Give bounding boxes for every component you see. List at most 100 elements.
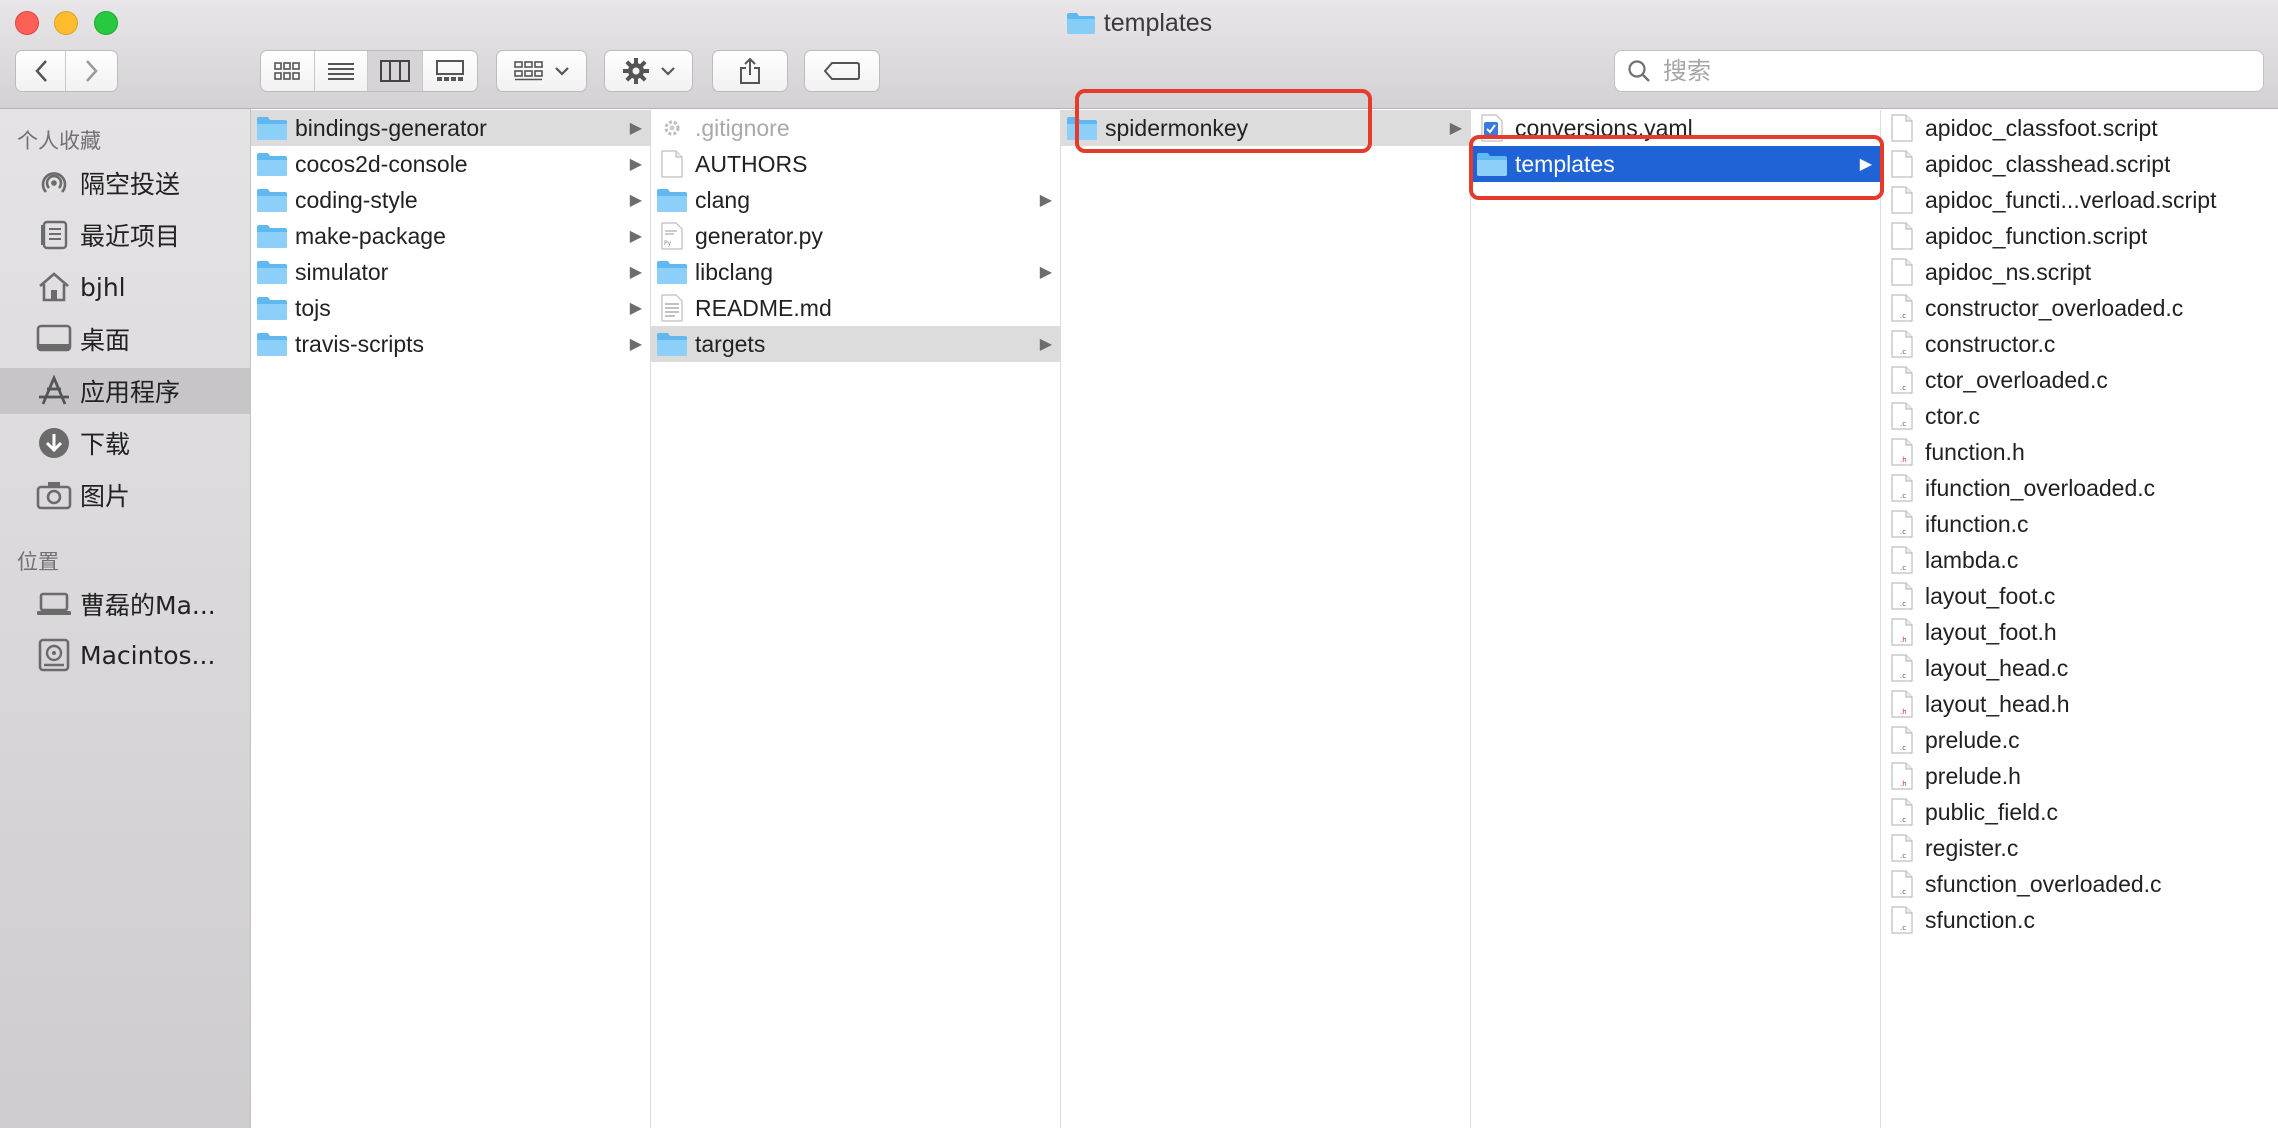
python-file-icon: Py: [655, 221, 689, 251]
file-row[interactable]: libclang ▶: [651, 254, 1060, 290]
config-file-icon: [655, 113, 689, 143]
file-row[interactable]: .h prelude.h: [1881, 758, 2278, 794]
file-row[interactable]: .c sfunction_overloaded.c: [1881, 866, 2278, 902]
forward-button[interactable]: [66, 51, 117, 91]
file-row[interactable]: make-package ▶: [251, 218, 650, 254]
file-row[interactable]: coding-style ▶: [251, 182, 650, 218]
file-row[interactable]: .h layout_foot.h: [1881, 614, 2278, 650]
disclosure-arrow-icon: ▶: [629, 156, 642, 173]
file-name: coding-style: [295, 186, 418, 213]
disclosure-arrow-icon: ▶: [629, 192, 642, 209]
home-icon: [36, 269, 72, 305]
c-source-file-icon: .c: [1885, 905, 1919, 935]
folder-icon: [255, 329, 289, 359]
file-row[interactable]: targets ▶: [651, 326, 1060, 362]
icon-view-button[interactable]: [261, 51, 315, 91]
svg-text:.h: .h: [1900, 780, 1907, 788]
disclosure-arrow-icon: ▶: [1859, 156, 1872, 173]
file-name: targets: [695, 330, 766, 357]
file-row[interactable]: .c ctor.c: [1881, 398, 2278, 434]
file-row[interactable]: .c prelude.c: [1881, 722, 2278, 758]
column-view-button[interactable]: [368, 51, 424, 91]
file-row[interactable]: apidoc_classfoot.script: [1881, 110, 2278, 146]
back-button[interactable]: [16, 51, 67, 91]
file-row[interactable]: .c lambda.c: [1881, 542, 2278, 578]
window-title: templates: [0, 8, 2278, 42]
file-row[interactable]: .c ifunction_overloaded.c: [1881, 470, 2278, 506]
file-row[interactable]: .gitignore: [651, 110, 1060, 146]
tags-button[interactable]: [804, 50, 880, 92]
file-row[interactable]: .h function.h: [1881, 434, 2278, 470]
group-by-dropdown[interactable]: [496, 50, 587, 92]
sidebar-item-pictures[interactable]: 图片: [0, 472, 250, 518]
file-name: clang: [695, 186, 750, 213]
columns-icon: [380, 60, 411, 82]
sidebar-item-home[interactable]: bjhl: [0, 264, 250, 310]
file-name: ctor.c: [1925, 402, 1980, 429]
svg-text:.c: .c: [1900, 528, 1906, 536]
file-row[interactable]: .c constructor_overloaded.c: [1881, 290, 2278, 326]
file-row[interactable]: README.md: [651, 290, 1060, 326]
svg-text:.c: .c: [1900, 816, 1906, 824]
back-forward-group: [15, 50, 118, 92]
file-row[interactable]: tojs ▶: [251, 290, 650, 326]
browser-column-4: conversions.yaml templates ▶: [1471, 110, 1881, 1128]
file-row[interactable]: apidoc_classhead.script: [1881, 146, 2278, 182]
file-name: conversions.yaml: [1515, 114, 1693, 141]
file-row[interactable]: .c constructor.c: [1881, 326, 2278, 362]
sidebar-item-recents[interactable]: 最近项目: [0, 212, 250, 258]
file-row[interactable]: clang ▶: [651, 182, 1060, 218]
sidebar-item-applications[interactable]: 应用程序: [0, 368, 250, 414]
file-row[interactable]: .c register.c: [1881, 830, 2278, 866]
view-mode-group: [260, 50, 478, 92]
file-name: cocos2d-console: [295, 150, 468, 177]
header-file-icon: .h: [1885, 761, 1919, 791]
folder-icon: [255, 257, 289, 287]
search-field[interactable]: [1614, 50, 2264, 92]
svg-text:.c: .c: [1900, 348, 1906, 356]
document-icon: [1885, 257, 1919, 287]
file-row[interactable]: AUTHORS: [651, 146, 1060, 182]
file-row[interactable]: cocos2d-console ▶: [251, 146, 650, 182]
file-row[interactable]: apidoc_functi...verload.script: [1881, 182, 2278, 218]
sidebar-item-computer[interactable]: 曹磊的Ma...: [0, 581, 250, 627]
search-input[interactable]: [1661, 56, 2225, 86]
file-row[interactable]: .c layout_foot.c: [1881, 578, 2278, 614]
file-row[interactable]: apidoc_function.script: [1881, 218, 2278, 254]
file-row[interactable]: templates ▶: [1471, 146, 1880, 182]
share-button[interactable]: [712, 50, 788, 92]
c-source-file-icon: .c: [1885, 401, 1919, 431]
sidebar-item-macintosh-hd[interactable]: Macintos...: [0, 632, 250, 678]
gallery-view-button[interactable]: [423, 51, 477, 91]
sidebar-item-airdrop[interactable]: 隔空投送: [0, 160, 250, 206]
svg-text:.h: .h: [1900, 708, 1907, 716]
file-row[interactable]: simulator ▶: [251, 254, 650, 290]
sidebar-item-desktop[interactable]: 桌面: [0, 316, 250, 362]
file-row[interactable]: apidoc_ns.script: [1881, 254, 2278, 290]
list-view-button[interactable]: [315, 51, 368, 91]
file-row[interactable]: .c layout_head.c: [1881, 650, 2278, 686]
c-source-file-icon: .c: [1885, 833, 1919, 863]
chevron-down-icon: [660, 67, 675, 76]
folder-icon: [1065, 113, 1099, 143]
file-row[interactable]: .c public_field.c: [1881, 794, 2278, 830]
file-row[interactable]: .h layout_head.h: [1881, 686, 2278, 722]
file-row[interactable]: .c ctor_overloaded.c: [1881, 362, 2278, 398]
file-row[interactable]: .c sfunction.c: [1881, 902, 2278, 938]
file-row[interactable]: spidermonkey ▶: [1061, 110, 1470, 146]
folder-icon: [255, 221, 289, 251]
action-dropdown[interactable]: [604, 50, 693, 92]
sidebar-item-label: 最近项目: [80, 222, 181, 251]
folder-icon: [655, 329, 689, 359]
file-row[interactable]: Py generator.py: [651, 218, 1060, 254]
file-row[interactable]: .c ifunction.c: [1881, 506, 2278, 542]
disclosure-arrow-icon: ▶: [1039, 264, 1052, 281]
browser-column-3: spidermonkey ▶: [1061, 110, 1471, 1128]
file-row[interactable]: travis-scripts ▶: [251, 326, 650, 362]
sidebar-item-downloads[interactable]: 下载: [0, 420, 250, 466]
file-row[interactable]: bindings-generator ▶: [251, 110, 650, 146]
file-name: layout_foot.h: [1925, 618, 2057, 645]
document-icon: [1885, 113, 1919, 143]
file-row[interactable]: conversions.yaml: [1471, 110, 1880, 146]
file-name: apidoc_functi...verload.script: [1925, 186, 2217, 213]
